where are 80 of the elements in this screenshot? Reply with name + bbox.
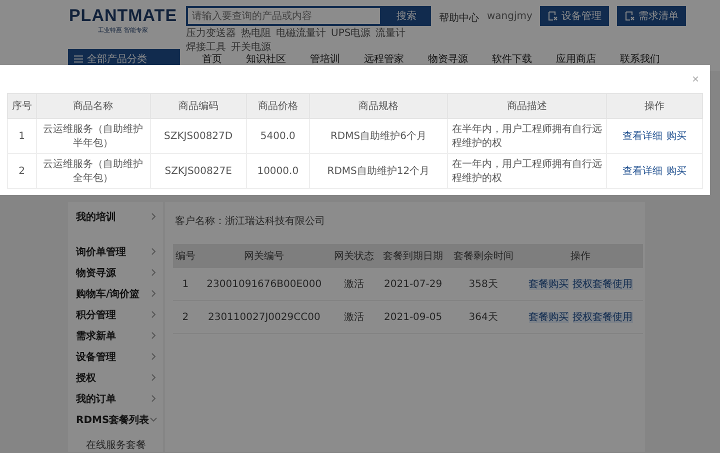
nav-link[interactable]: 应用商店 bbox=[556, 52, 596, 66]
hot-search-link[interactable]: 焊接工具 bbox=[186, 40, 226, 54]
sidebar-item[interactable]: 购物车/询价篮 bbox=[76, 283, 163, 304]
hot-search-link[interactable]: 压力变送器 bbox=[186, 26, 236, 40]
action-link[interactable]: 购买 bbox=[666, 131, 687, 142]
document-icon bbox=[548, 11, 558, 21]
column-header: 编号 bbox=[173, 244, 198, 268]
column-header: 商品价格 bbox=[246, 94, 310, 118]
column-header: 网关状态 bbox=[330, 244, 378, 268]
column-header: 序号 bbox=[8, 94, 36, 118]
hot-search-link[interactable]: 流量计 bbox=[376, 26, 406, 40]
nav-link[interactable]: 首页 bbox=[202, 52, 222, 66]
action-link[interactable]: 授权套餐使用 bbox=[572, 279, 633, 290]
column-header: 套餐到期日期 bbox=[378, 244, 448, 268]
table-cell: 230110027J0029CC00 bbox=[198, 300, 330, 334]
table-cell: 358天 bbox=[448, 268, 518, 300]
table-cell: 1 bbox=[8, 118, 36, 154]
table-cell: 2 bbox=[173, 300, 198, 334]
table-cell: 在半年内，用户工程师拥有自行远程维护的权 bbox=[448, 118, 607, 154]
column-header: 商品编码 bbox=[150, 94, 247, 118]
help-link[interactable]: 帮助中心 bbox=[439, 11, 479, 25]
sidebar-item[interactable]: 我的订单 bbox=[76, 388, 163, 409]
table-cell: 2 bbox=[8, 154, 36, 188]
nav-link[interactable]: 远程管家 bbox=[364, 52, 404, 66]
nav-link[interactable]: 联系我们 bbox=[620, 52, 660, 66]
sidebar-subitem[interactable]: 在线服务套餐 bbox=[76, 430, 163, 452]
nav-link[interactable]: 知识社区 bbox=[246, 52, 286, 66]
action-link[interactable]: 套餐购买 bbox=[528, 279, 569, 290]
search-button[interactable]: 搜索 bbox=[382, 6, 431, 26]
document-icon bbox=[625, 11, 636, 21]
table-cell: 10000.0 bbox=[246, 154, 310, 188]
hot-search-link[interactable]: 电磁流量计 bbox=[276, 26, 326, 40]
column-header: 网关编号 bbox=[198, 244, 330, 268]
table-cell: 1 bbox=[173, 268, 198, 300]
table-cell: SZKJS00827E bbox=[150, 154, 247, 188]
action-link[interactable]: 购买 bbox=[666, 166, 687, 177]
header-button[interactable]: 设备管理 bbox=[540, 6, 610, 26]
sidebar-item[interactable]: 需求新单 bbox=[76, 325, 163, 346]
table-cell: 2021-09-05 bbox=[378, 300, 448, 334]
table-cell: 激活 bbox=[330, 268, 378, 300]
action-link[interactable]: 查看详细 bbox=[622, 131, 663, 142]
sidebar-item[interactable]: 积分管理 bbox=[76, 304, 163, 325]
table-cell: 23001091676B00E000 bbox=[198, 268, 330, 300]
search-field[interactable]: 请输入要查询的产品或内容 bbox=[186, 6, 382, 26]
nav-link[interactable]: 管培训 bbox=[310, 52, 340, 66]
logo: PLANTMATE bbox=[68, 6, 178, 26]
column-header: 操作 bbox=[606, 94, 702, 118]
table-cell: 云运维服务（自助维护全年包） bbox=[36, 154, 150, 188]
table-cell: RDMS自助维护12个月 bbox=[309, 154, 448, 188]
table-cell: 2021-07-29 bbox=[378, 268, 448, 300]
menu-icon bbox=[74, 54, 83, 62]
table-cell: 在一年内，用户工程师拥有自行远程维护的权 bbox=[448, 154, 607, 188]
table-cell: 云运维服务（自助维护半年包） bbox=[36, 118, 150, 154]
action-link[interactable]: 查看详细 bbox=[622, 166, 663, 177]
hot-search-link[interactable]: UPS电源 bbox=[331, 26, 371, 40]
column-header: 商品名称 bbox=[36, 94, 150, 118]
sidebar-item[interactable]: 我的培训 bbox=[76, 206, 163, 227]
nav-link[interactable]: 软件下载 bbox=[492, 52, 532, 66]
sidebar-item[interactable]: 询价单管理 bbox=[76, 241, 163, 262]
action-link[interactable]: 套餐购买 bbox=[528, 312, 569, 323]
username: wangjmy bbox=[487, 11, 532, 22]
sidebar-item[interactable]: 设备管理 bbox=[76, 346, 163, 367]
column-header: 商品规格 bbox=[309, 94, 448, 118]
sidebar-item[interactable]: 物资寻源 bbox=[76, 262, 163, 283]
action-link[interactable]: 授权套餐使用 bbox=[572, 312, 633, 323]
hot-search-link[interactable]: 热电阻 bbox=[241, 26, 271, 40]
column-header: 操作 bbox=[518, 244, 643, 268]
column-header: 套餐剩余时间 bbox=[448, 244, 518, 268]
table-cell: 364天 bbox=[448, 300, 518, 334]
sidebar-item[interactable]: 授权 bbox=[76, 367, 163, 388]
customer-name: 客户名称：浙江瑞达科技有限公司 bbox=[175, 214, 326, 228]
table-cell: SZKJS00827D bbox=[150, 118, 247, 154]
hot-search-link[interactable]: 开关电源 bbox=[231, 40, 271, 54]
column-header: 商品描述 bbox=[448, 94, 607, 118]
header-button[interactable]: 需求清单 bbox=[617, 6, 686, 26]
nav-link[interactable]: 物资寻源 bbox=[428, 52, 468, 66]
table-cell: 激活 bbox=[330, 300, 378, 334]
table-cell: RDMS自助维护6个月 bbox=[309, 118, 448, 154]
table-cell: 5400.0 bbox=[246, 118, 310, 154]
sidebar-item[interactable]: RDMS套餐列表 bbox=[76, 409, 163, 430]
